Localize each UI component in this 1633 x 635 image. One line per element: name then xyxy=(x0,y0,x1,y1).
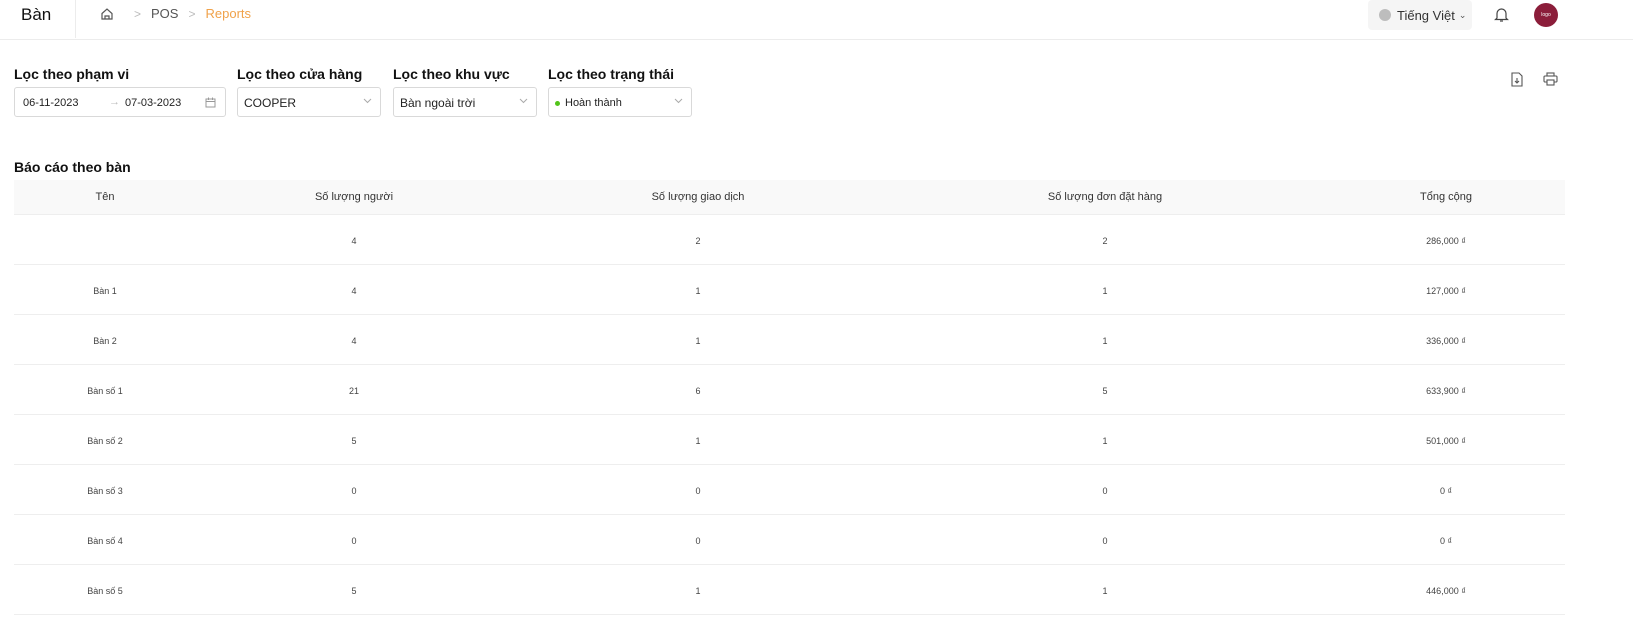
row-people: 5 xyxy=(351,586,357,596)
row-total: 0 ₫ xyxy=(1439,486,1453,496)
column-header-people[interactable]: Số lượng người xyxy=(315,191,393,203)
header-divider xyxy=(75,0,76,38)
row-people: 0 xyxy=(351,486,357,496)
table-row[interactable]: Bàn số 2 5 1 1 501,000 ₫ xyxy=(14,415,1565,465)
row-total: 446,000 ₫ xyxy=(1426,586,1466,596)
area-select-value: Bàn ngoài trời xyxy=(400,96,476,110)
row-orders: 2 xyxy=(1102,236,1108,246)
breadcrumb-reports[interactable]: Reports xyxy=(206,6,252,21)
row-people: 5 xyxy=(351,436,357,446)
row-transactions: 0 xyxy=(695,486,701,496)
store-select[interactable]: COOPER xyxy=(237,87,381,117)
language-label: Tiếng Việt xyxy=(1397,7,1455,23)
status-select-value: Hoàn thành xyxy=(565,97,622,109)
column-header-orders[interactable]: Số lượng đơn đặt hàng xyxy=(1048,191,1162,203)
row-people: 4 xyxy=(351,286,357,296)
row-orders: 1 xyxy=(1102,336,1108,346)
table-row[interactable]: Bàn số 5 5 1 1 446,000 ₫ xyxy=(14,565,1565,615)
page-title: Bàn xyxy=(21,5,52,24)
status-select[interactable]: Hoàn thành xyxy=(548,87,692,117)
row-total: 0 ₫ xyxy=(1439,536,1453,546)
row-total: 286,000 ₫ xyxy=(1426,236,1466,246)
table-row[interactable]: 4 2 2 286,000 ₫ xyxy=(14,215,1565,265)
row-name: Bàn số 4 xyxy=(87,536,123,546)
table-row[interactable]: Bàn 1 4 1 1 127,000 ₫ xyxy=(14,265,1565,315)
breadcrumb: > POS > Reports xyxy=(100,6,251,21)
language-switcher[interactable]: Tiếng Việt ⌄ xyxy=(1368,0,1472,30)
chevron-down-icon xyxy=(363,98,372,104)
breadcrumb-separator: > xyxy=(188,6,196,21)
arrow-right-icon: → xyxy=(109,96,120,108)
row-name: Bàn số 2 xyxy=(87,436,123,446)
row-name: Bàn số 1 xyxy=(87,386,123,396)
avatar[interactable]: logo xyxy=(1534,3,1558,27)
breadcrumb-pos[interactable]: POS xyxy=(151,6,178,21)
status-dot-icon xyxy=(555,101,560,106)
row-name: Bàn số 3 xyxy=(87,486,123,496)
avatar-logo-text: logo xyxy=(1541,12,1551,18)
range-filter-label: Lọc theo phạm vi xyxy=(14,66,130,82)
row-orders: 5 xyxy=(1102,386,1108,396)
table-row[interactable]: Bàn 2 4 1 1 336,000 ₫ xyxy=(14,315,1565,365)
row-transactions: 1 xyxy=(695,586,701,596)
date-to-input[interactable]: 07-03-2023 xyxy=(125,97,181,109)
print-icon[interactable] xyxy=(1543,72,1558,86)
row-orders: 0 xyxy=(1102,486,1108,496)
row-people: 0 xyxy=(351,536,357,546)
table-header: Tên Số lượng người Số lượng giao dịch Số… xyxy=(14,180,1565,215)
row-orders: 0 xyxy=(1102,536,1108,546)
row-orders: 1 xyxy=(1102,586,1108,596)
row-transactions: 1 xyxy=(695,286,701,296)
home-icon[interactable] xyxy=(100,7,114,21)
report-table: Tên Số lượng người Số lượng giao dịch Số… xyxy=(14,180,1565,615)
table-row[interactable]: Bàn số 3 0 0 0 0 ₫ xyxy=(14,465,1565,515)
area-select[interactable]: Bàn ngoài trời xyxy=(393,87,537,117)
row-people: 4 xyxy=(351,236,357,246)
row-name: Bàn số 5 xyxy=(87,586,123,596)
row-total: 127,000 ₫ xyxy=(1426,286,1466,296)
date-range-picker[interactable]: 06-11-2023 → 07-03-2023 xyxy=(14,87,226,117)
calendar-icon[interactable] xyxy=(205,97,216,108)
breadcrumb-separator: > xyxy=(134,6,142,21)
column-header-name[interactable]: Tên xyxy=(96,191,115,203)
table-row[interactable]: Bàn số 4 0 0 0 0 ₫ xyxy=(14,515,1565,565)
page: Bàn > POS > Reports Tiếng Việt ⌄ logo Lọ… xyxy=(0,0,1633,635)
row-total: 633,900 ₫ xyxy=(1426,386,1466,396)
row-transactions: 1 xyxy=(695,436,701,446)
row-orders: 1 xyxy=(1102,436,1108,446)
export-icon[interactable] xyxy=(1510,72,1524,87)
row-transactions: 6 xyxy=(695,386,701,396)
chevron-down-icon xyxy=(519,98,528,104)
row-transactions: 1 xyxy=(695,336,701,346)
row-name: Bàn 2 xyxy=(93,336,117,346)
column-header-transactions[interactable]: Số lượng giao dịch xyxy=(652,191,745,203)
area-filter-label: Lọc theo khu vực xyxy=(393,66,510,82)
bell-icon[interactable] xyxy=(1493,6,1510,23)
chevron-down-icon xyxy=(674,98,683,104)
chevron-down-icon: ⌄ xyxy=(1458,9,1467,20)
report-title: Báo cáo theo bàn xyxy=(14,159,131,175)
row-transactions: 2 xyxy=(695,236,701,246)
store-filter-label: Lọc theo cửa hàng xyxy=(237,66,363,82)
table-row[interactable]: Bàn số 1 21 6 5 633,900 ₫ xyxy=(14,365,1565,415)
row-transactions: 0 xyxy=(695,536,701,546)
store-select-value: COOPER xyxy=(244,96,297,110)
globe-icon xyxy=(1379,9,1391,21)
status-filter-label: Lọc theo trạng thái xyxy=(548,66,674,82)
top-header: Bàn > POS > Reports Tiếng Việt ⌄ logo xyxy=(0,0,1633,40)
row-people: 4 xyxy=(351,336,357,346)
row-people: 21 xyxy=(348,386,360,396)
row-total: 501,000 ₫ xyxy=(1426,436,1466,446)
column-header-total[interactable]: Tổng cộng xyxy=(1420,191,1472,203)
row-total: 336,000 ₫ xyxy=(1426,336,1466,346)
row-orders: 1 xyxy=(1102,286,1108,296)
row-name: Bàn 1 xyxy=(93,286,117,296)
date-from-input[interactable]: 06-11-2023 xyxy=(23,97,78,109)
